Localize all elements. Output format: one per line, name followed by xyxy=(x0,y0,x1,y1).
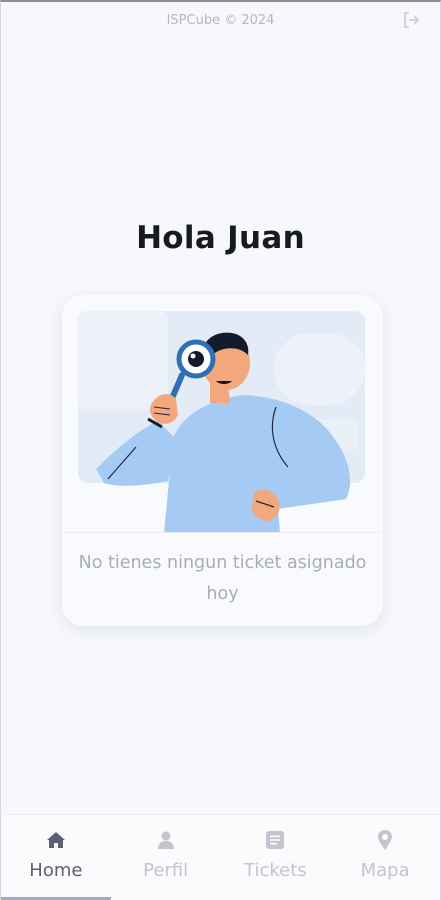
nav-label-perfil: Perfil xyxy=(143,860,189,881)
nav-item-perfil[interactable]: Perfil xyxy=(111,815,221,900)
nav-item-home[interactable]: Home xyxy=(1,815,111,900)
logout-icon[interactable] xyxy=(402,11,420,29)
nav-label-mapa: Mapa xyxy=(360,860,410,881)
nav-item-tickets[interactable]: Tickets xyxy=(221,815,331,900)
greeting-title: Hola Juan xyxy=(136,220,305,256)
empty-tickets-card: No tienes ningun ticket asignado hoy xyxy=(62,295,383,626)
nav-item-mapa[interactable]: Mapa xyxy=(330,815,440,900)
empty-tickets-message: No tienes ningun ticket asignado hoy xyxy=(78,553,367,604)
nav-label-home: Home xyxy=(29,860,83,881)
app-screen: ISPCube © 2024 Hola Juan No tienes ningu… xyxy=(0,0,441,900)
card-divider xyxy=(62,532,383,533)
top-bar: ISPCube © 2024 xyxy=(1,2,440,42)
home-icon xyxy=(45,829,67,851)
map-pin-icon xyxy=(374,829,396,851)
user-icon xyxy=(155,829,177,851)
ticket-icon xyxy=(264,829,286,851)
bottom-navigation: Home Perfil Tickets Mapa xyxy=(1,814,440,900)
empty-state-illustration xyxy=(78,311,365,533)
nav-label-tickets: Tickets xyxy=(244,860,307,881)
copyright-text: ISPCube © 2024 xyxy=(166,13,275,28)
